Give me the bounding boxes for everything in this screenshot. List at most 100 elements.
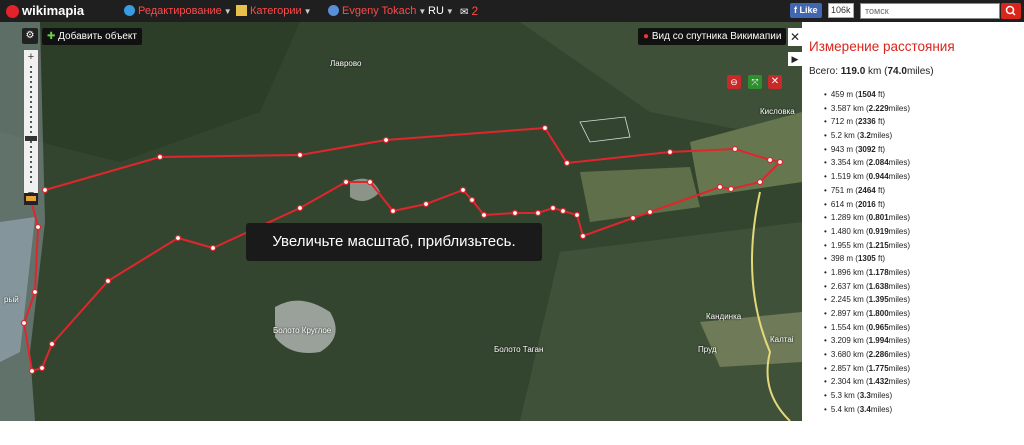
route-vertex[interactable] [422,200,430,208]
edit-menu[interactable]: Редактирование ▼ [124,0,232,22]
segment-item: 712 m (2336 ft) [824,115,910,129]
map-label-bry: рый [4,295,19,304]
minus-circle-icon: ⊖ [730,77,738,87]
route-vertex[interactable] [31,288,39,296]
route-vertex[interactable] [28,367,36,375]
satellite-view-button[interactable]: ● Вид со спутника Викимапии [638,28,787,45]
measurement-route [20,124,784,375]
search-button[interactable] [1001,3,1021,19]
segment-list: 459 m (1504 ft)3.587 km (2.229miles)712 … [824,88,910,417]
route-vertex[interactable] [104,277,112,285]
zoom-slider[interactable]: + − [23,49,39,201]
map-label-kandinka: Кандинка [706,312,742,321]
route-vertex[interactable] [716,183,724,191]
route-vertex[interactable] [629,214,637,222]
language-menu[interactable]: RU ▼ [428,0,454,22]
segment-item: 3.209 km (1.994miles) [824,334,910,348]
route-vertex[interactable] [48,340,56,348]
route-vertex[interactable] [480,211,488,219]
route-vertex[interactable] [666,148,674,156]
route-vertex[interactable] [468,196,476,204]
ruler-button[interactable] [24,193,38,205]
expand-icon: ⤧ [751,77,759,87]
route-vertex[interactable] [573,211,581,219]
route-vertex[interactable] [41,186,49,194]
route-vertex[interactable] [366,178,374,186]
route-vertex[interactable] [559,207,567,215]
fit-route-button[interactable]: ⤧ [748,75,762,89]
route-vertex[interactable] [459,186,467,194]
segment-item: 1.289 km (0.801miles) [824,211,910,225]
segment-item: 5.2 km (3.2miles) [824,129,910,143]
user-icon [328,4,339,16]
segment-item: 3.680 km (2.286miles) [824,348,910,362]
route-vertex[interactable] [534,209,542,217]
close-icon: ✕ [770,76,780,87]
segment-item: 2.637 km (1.638miles) [824,280,910,294]
route-vertex[interactable] [174,234,182,242]
segment-item: 1.554 km (0.965miles) [824,321,910,335]
facebook-icon: f [794,5,797,15]
route-vertex[interactable] [727,185,735,193]
gear-icon: ⚙ [25,30,35,41]
chevron-down-icon: ▼ [445,7,454,16]
collapse-panel-button[interactable]: ▶ [788,52,802,66]
segment-item: 2.245 km (1.395miles) [824,293,910,307]
route-vertex[interactable] [579,232,587,240]
map-viewport[interactable]: ⚙ ✚ Добавить объект ● Вид со спутника Ви… [0,22,802,421]
facebook-like-count: 106k [828,3,854,18]
segment-item: 1.519 km (0.944miles) [824,170,910,184]
user-menu[interactable]: Evgeny Tokach ▼ [328,0,426,22]
route-vertex[interactable] [20,319,28,327]
segment-item: 2.897 km (1.800miles) [824,307,910,321]
route-vertex[interactable] [731,145,739,153]
zoom-track [30,66,32,184]
messages-link[interactable]: ✉ 2 [460,0,478,22]
route-vertex[interactable] [38,364,46,372]
close-measure-button[interactable]: ✕ [768,75,782,89]
envelope-icon: ✉ [460,7,469,18]
route-vertex[interactable] [646,208,654,216]
route-vertex[interactable] [156,153,164,161]
route-vertex[interactable] [296,151,304,159]
segment-item: 614 m (2016 ft) [824,198,910,212]
ruler-icon [26,196,36,201]
settings-button[interactable]: ⚙ [22,28,38,44]
chevron-down-icon: ▼ [303,7,312,16]
route-vertex[interactable] [549,204,557,212]
add-object-button[interactable]: ✚ Добавить объект [42,28,142,45]
segment-item: 2.857 km (1.775miles) [824,362,910,376]
delete-route-button[interactable]: ⊖ [727,75,741,89]
route-vertex[interactable] [382,136,390,144]
segment-item: 5.3 km (3.3miles) [824,389,910,403]
zoom-in-button[interactable]: + [25,51,37,63]
route-vertex[interactable] [541,124,549,132]
segment-item: 1.896 km (1.178miles) [824,266,910,280]
route-vertex[interactable] [766,156,774,164]
wikimapia-logo[interactable]: wikimapia [6,0,84,22]
map-label-kaltai: Калтаі [770,335,794,344]
route-vertex[interactable] [756,178,764,186]
top-bar: wikimapia Редактирование ▼ Категории ▼ Evg… [0,0,1024,22]
facebook-like-button[interactable]: f Like [790,3,822,18]
categories-menu[interactable]: Категории ▼ [236,0,312,22]
map-label-boloto-krugloe: Болото Круглое [273,326,332,335]
route-vertex[interactable] [209,244,217,252]
chevron-right-icon: ▶ [791,54,799,64]
route-vertex[interactable] [511,209,519,217]
route-vertex[interactable] [342,178,350,186]
route-vertex[interactable] [296,204,304,212]
route-vertex[interactable] [563,159,571,167]
chevron-down-icon: ▼ [223,7,232,16]
segment-item: 943 m (3092 ft) [824,143,910,157]
close-panel-button[interactable]: ✕ [788,28,802,46]
route-vertex[interactable] [776,158,784,166]
segment-item: 5.4 km (3.4miles) [824,403,910,417]
search-input[interactable] [860,3,1000,19]
add-object-icon: ✚ [47,31,56,42]
route-vertex[interactable] [389,207,397,215]
map-bottom-bar [0,421,802,445]
map-label-lavrovo: Лаврово [330,59,362,68]
route-vertex[interactable] [34,223,42,231]
zoom-handle[interactable] [25,136,37,141]
